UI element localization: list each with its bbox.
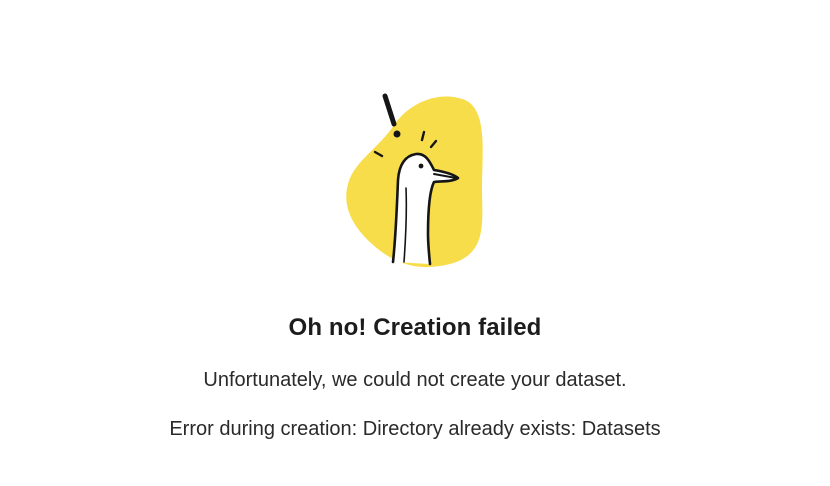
- error-title: Oh no! Creation failed: [288, 314, 542, 341]
- error-panel: Oh no! Creation failed Unfortunately, we…: [0, 0, 830, 486]
- error-detail: Error during creation: Directory already…: [169, 418, 661, 440]
- error-message: Unfortunately, we could not create your …: [203, 369, 627, 391]
- surprised-goose-icon: [330, 84, 500, 274]
